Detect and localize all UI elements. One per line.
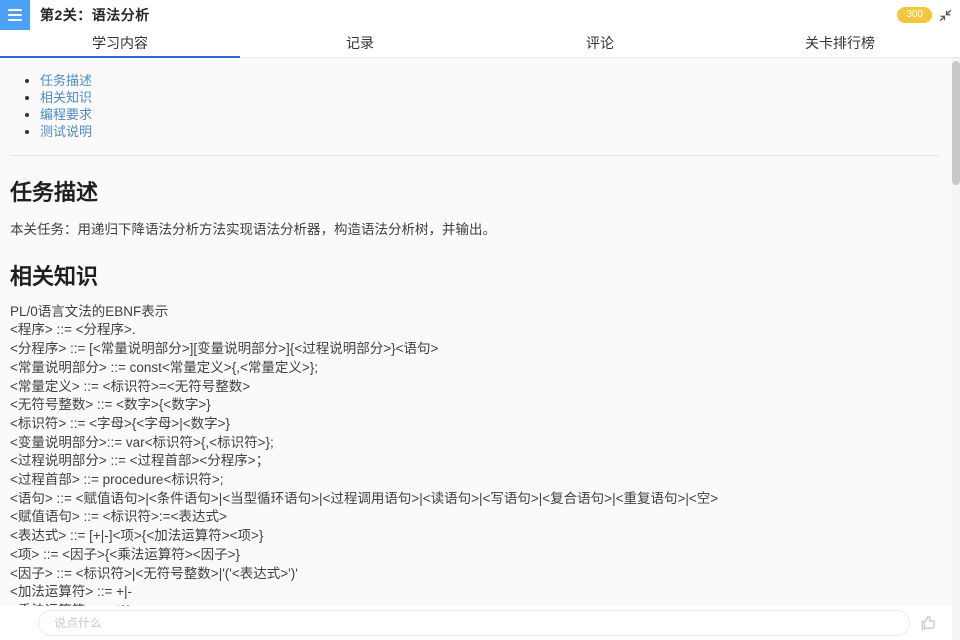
grammar-line: <变量说明部分>::= var<标识符>{,<标识符>}; bbox=[10, 434, 940, 453]
menu-button[interactable] bbox=[0, 0, 30, 30]
toc-item: 任务描述 bbox=[40, 72, 940, 89]
toc-link[interactable]: 任务描述 bbox=[40, 73, 92, 88]
toc-item: 测试说明 bbox=[40, 123, 940, 140]
grammar-line: <程序> ::= <分程序>. bbox=[10, 321, 940, 340]
divider bbox=[10, 155, 940, 156]
grammar-line: <常量说明部分> ::= const<常量定义>{,<常量定义>}; bbox=[10, 359, 940, 378]
toc-link[interactable]: 测试说明 bbox=[40, 124, 92, 139]
tab-records[interactable]: 记录 bbox=[240, 30, 480, 58]
top-bar: 第2关：语法分析 300 bbox=[0, 0, 960, 30]
collapse-icon[interactable] bbox=[939, 9, 952, 22]
grammar-line: <语句> ::= <赋值语句>|<条件语句>|<当型循环语句>|<过程调用语句>… bbox=[10, 490, 940, 509]
scrollbar[interactable] bbox=[952, 58, 960, 640]
task-text: 本关任务：用递归下降语法分析方法实现语法分析器，构造语法分析树，并输出。 bbox=[10, 221, 940, 240]
toc-item: 相关知识 bbox=[40, 89, 940, 106]
tab-leaderboard[interactable]: 关卡排行榜 bbox=[720, 30, 960, 58]
grammar-line: <无符号整数> ::= <数字>{<数字>} bbox=[10, 396, 940, 415]
tab-bar: 学习内容记录评论关卡排行榜 bbox=[0, 30, 960, 58]
menu-icon bbox=[8, 19, 22, 21]
grammar-line: <项> ::= <因子>{<乘法运算符><因子>} bbox=[10, 546, 940, 565]
toc-item: 编程要求 bbox=[40, 106, 940, 123]
sections: 任务描述本关任务：用递归下降语法分析方法实现语法分析器，构造语法分析树，并输出。… bbox=[10, 175, 940, 640]
score-badge: 300 bbox=[897, 7, 932, 23]
grammar-line: <分程序> ::= [<常量说明部分>][变量说明部分>]{<过程说明部分>}<… bbox=[10, 340, 940, 359]
grammar-line: <赋值语句> ::= <标识符>:=<表达式> bbox=[10, 508, 940, 527]
tab-comments[interactable]: 评论 bbox=[480, 30, 720, 58]
toc-link[interactable]: 相关知识 bbox=[40, 90, 92, 105]
scrollbar-thumb[interactable] bbox=[952, 61, 960, 185]
grammar-line: <表达式> ::= [+|-]<项>{<加法运算符><项>} bbox=[10, 527, 940, 546]
menu-icon bbox=[8, 14, 22, 16]
grammar-line: <加法运算符> ::= +|- bbox=[10, 583, 940, 602]
comment-input[interactable] bbox=[38, 610, 910, 636]
grammar-line: <因子> ::= <标识符>|<无符号整数>|'('<表达式>')' bbox=[10, 565, 940, 584]
tab-learning-content[interactable]: 学习内容 bbox=[0, 30, 240, 58]
grammar-line: <常量定义> ::= <标识符>=<无符号整数> bbox=[10, 378, 940, 397]
section-heading: 相关知识 bbox=[10, 259, 940, 291]
toc-link[interactable]: 编程要求 bbox=[40, 107, 92, 122]
section-body: 本关任务：用递归下降语法分析方法实现语法分析器，构造语法分析树，并输出。 bbox=[10, 221, 940, 240]
table-of-contents: 任务描述相关知识编程要求测试说明 bbox=[10, 72, 940, 140]
grammar-line: <标识符> ::= <字母>{<字母>|<数字>} bbox=[10, 415, 940, 434]
top-bar-right: 300 bbox=[897, 7, 960, 23]
grammar-line: <过程说明部分> ::= <过程首部><分程序>； bbox=[10, 452, 940, 471]
learning-content-panel: 任务描述相关知识编程要求测试说明 任务描述本关任务：用递归下降语法分析方法实现语… bbox=[0, 58, 952, 640]
lesson-window: 第2关：语法分析 300 学习内容记录评论关卡排行榜 任务描述相关知识编程要求测… bbox=[0, 0, 960, 640]
section-body: PL/0语言文法的EBNF表示<程序> ::= <分程序>.<分程序> ::= … bbox=[10, 303, 940, 640]
section-heading: 任务描述 bbox=[10, 175, 940, 207]
page-title: 第2关：语法分析 bbox=[40, 5, 150, 25]
thumbs-up-icon[interactable] bbox=[920, 614, 938, 632]
grammar-line: PL/0语言文法的EBNF表示 bbox=[10, 303, 940, 322]
grammar-line: <过程首部> ::= procedure<标识符>; bbox=[10, 471, 940, 490]
menu-icon bbox=[8, 9, 22, 11]
comment-bar bbox=[0, 606, 952, 640]
